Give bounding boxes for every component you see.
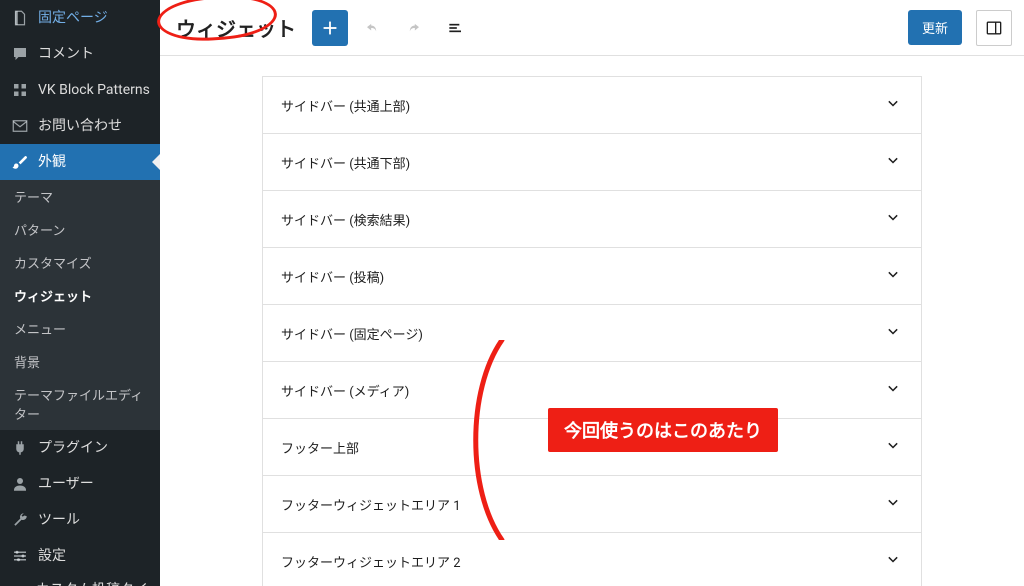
sliders-icon xyxy=(10,546,30,566)
list-view-button[interactable] xyxy=(438,10,474,46)
widget-area-title: サイドバー (固定ページ) xyxy=(281,324,423,343)
chevron-down-icon xyxy=(883,93,903,117)
chevron-down-icon xyxy=(883,321,903,345)
widget-area-title: フッター上部 xyxy=(281,438,359,457)
sidebar-item[interactable]: カスタム投稿タイプ設定 xyxy=(0,574,160,586)
sidebar-item[interactable]: 固定ページ xyxy=(0,0,160,36)
chevron-down-icon xyxy=(883,207,903,231)
widget-area-item[interactable]: サイドバー (投稿) xyxy=(262,247,922,304)
sidebar-item[interactable]: お問い合わせ xyxy=(0,108,160,144)
sidebar-item[interactable]: ツール xyxy=(0,502,160,538)
sidebar-subitem[interactable]: テーマ xyxy=(0,180,160,213)
editor-topbar: ウィジェット 更新 xyxy=(160,0,1024,56)
widget-area-item[interactable]: フッターウィジェットエリア 2 xyxy=(262,532,922,586)
sidebar-item-label: コメント xyxy=(38,46,94,63)
sidebar-subitem[interactable]: パターン xyxy=(0,213,160,246)
admin-sidebar: 固定ページコメント VK Block Patterns お問い合わせ 外観 テーマパ… xyxy=(0,0,160,586)
sidebar-item[interactable]: ユーザー xyxy=(0,466,160,502)
chevron-down-icon xyxy=(883,549,903,573)
undo-icon xyxy=(362,18,382,38)
page-title: ウィジェット xyxy=(172,13,306,42)
grid-icon xyxy=(10,80,30,100)
undo-button[interactable] xyxy=(354,10,390,46)
panel-icon xyxy=(984,18,1004,38)
widget-stage: サイドバー (共通上部) サイドバー (共通下部) サイドバー (検索結果) サイドバ… xyxy=(160,56,1024,586)
sidebar-subitem[interactable]: ウィジェット xyxy=(0,279,160,312)
widget-area-item[interactable]: フッター上部 xyxy=(262,418,922,475)
add-block-button[interactable] xyxy=(312,10,348,46)
list-view-icon xyxy=(446,18,466,38)
widget-area-title: フッターウィジェットエリア 1 xyxy=(281,495,461,514)
chevron-down-icon xyxy=(883,264,903,288)
sidebar-item-label: ユーザー xyxy=(38,476,94,493)
sidebar-subitem[interactable]: カスタマイズ xyxy=(0,246,160,279)
widget-area-item[interactable]: サイドバー (共通下部) xyxy=(262,133,922,190)
plug-icon xyxy=(10,438,30,458)
chevron-down-icon xyxy=(883,435,903,459)
update-button[interactable]: 更新 xyxy=(908,10,962,45)
redo-icon xyxy=(404,18,424,38)
main-content: ウィジェット 更新 サイドバー (共通上部)サイドバー (共通下部)サイドバー … xyxy=(160,0,1024,586)
widget-area-item[interactable]: サイドバー (メディア) xyxy=(262,361,922,418)
settings-panel-button[interactable] xyxy=(976,10,1012,46)
user-icon xyxy=(10,474,30,494)
chat-icon xyxy=(10,44,30,64)
widget-area-item[interactable]: サイドバー (共通上部) xyxy=(262,76,922,133)
sidebar-item-label: カスタム投稿タイプ設定 xyxy=(36,582,150,586)
chevron-down-icon xyxy=(883,492,903,516)
widget-area-title: サイドバー (検索結果) xyxy=(281,210,410,229)
widget-area-title: サイドバー (メディア) xyxy=(281,381,409,400)
sidebar-item[interactable]: プラグイン xyxy=(0,430,160,466)
brush-icon xyxy=(10,152,30,172)
redo-button[interactable] xyxy=(396,10,432,46)
sidebar-item-appearance[interactable]: 外観 xyxy=(0,144,160,180)
widget-area-title: サイドバー (共通上部) xyxy=(281,96,410,115)
sidebar-item-label: お問い合わせ xyxy=(38,118,122,135)
plus-icon xyxy=(319,17,341,39)
chevron-down-icon xyxy=(883,378,903,402)
widget-area-title: フッターウィジェットエリア 2 xyxy=(281,552,461,571)
sidebar-item-label: ツール xyxy=(38,512,80,529)
sidebar-item[interactable]: コメント xyxy=(0,36,160,72)
sidebar-subitem[interactable]: メニュー xyxy=(0,312,160,345)
widget-area-item[interactable]: サイドバー (固定ページ) xyxy=(262,304,922,361)
sidebar-item-label: 設定 xyxy=(38,548,66,565)
widget-area-item[interactable]: サイドバー (検索結果) xyxy=(262,190,922,247)
sidebar-item-label: プラグイン xyxy=(38,440,108,457)
sidebar-item-label: VK Block Patterns xyxy=(38,82,150,99)
sidebar-item[interactable]: VK Block Patterns xyxy=(0,72,160,108)
widget-area-item[interactable]: フッターウィジェットエリア 1 xyxy=(262,475,922,532)
page-icon xyxy=(10,8,30,28)
sidebar-subitem[interactable]: 背景 xyxy=(0,345,160,378)
sidebar-item-label: 固定ページ xyxy=(38,10,108,27)
chevron-down-icon xyxy=(883,150,903,174)
wrench-icon xyxy=(10,510,30,530)
sidebar-item[interactable]: 設定 xyxy=(0,538,160,574)
sidebar-subitem[interactable]: テーマファイルエディター xyxy=(0,378,160,430)
widget-area-title: サイドバー (共通下部) xyxy=(281,153,410,172)
sidebar-item-label: 外観 xyxy=(38,154,66,171)
mail-icon xyxy=(10,116,30,136)
widget-area-title: サイドバー (投稿) xyxy=(281,267,384,286)
